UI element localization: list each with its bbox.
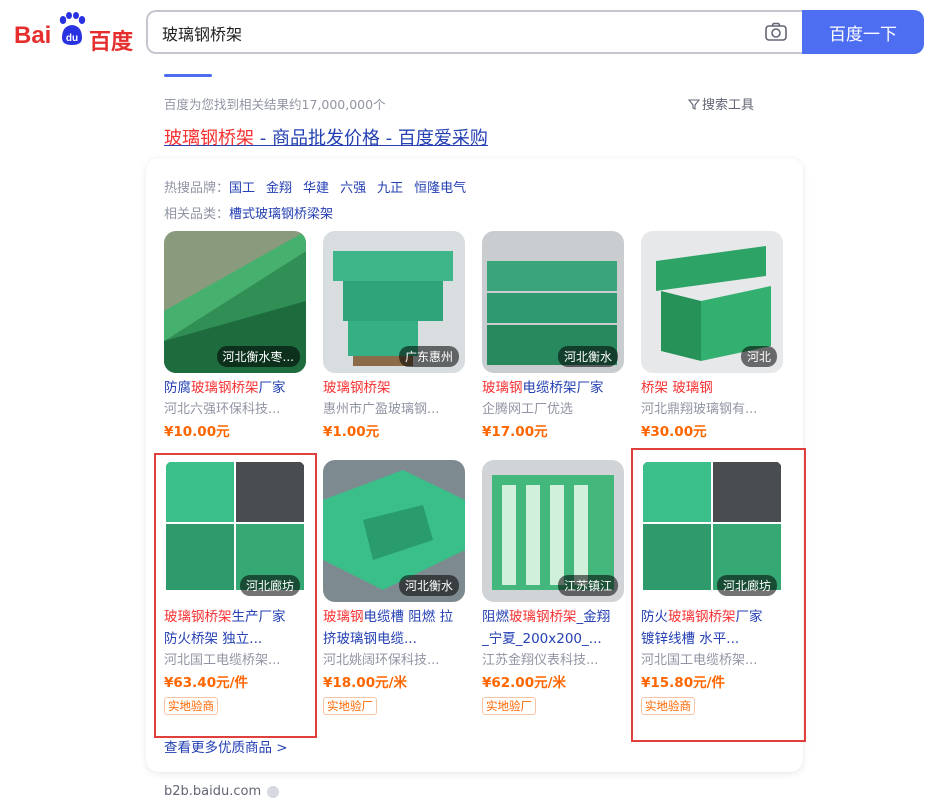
product-price: ¥62.00元/米 [482, 675, 567, 691]
more-products-link[interactable]: 查看更多优质商品 > [164, 736, 288, 756]
product-title[interactable]: 桥架 玻璃钢 [641, 377, 786, 399]
categories-label: 相关品类： [164, 207, 230, 222]
filter-icon [688, 98, 700, 110]
search-button[interactable]: 百度一下 [802, 10, 924, 54]
source-domain: b2b.baidu.com [164, 784, 262, 799]
product-image[interactable]: 河北 [641, 231, 783, 373]
location-badge: 河北衡水枣... [216, 346, 300, 367]
location-badge: 广东惠州 [398, 346, 459, 367]
logo-baidu-cn-text: 百度 [89, 29, 134, 54]
paw-icon: du [59, 12, 86, 45]
result-title-link[interactable]: 玻璃钢桥架 - 商品批发价格 - 百度爱采购 [164, 124, 488, 150]
logo-bai-text: Bai [14, 22, 52, 49]
product-seller: 江苏金翔仪表科技... [482, 653, 599, 668]
product-item[interactable]: 河北衡水枣... 防腐玻璃钢桥架厂家 河北六强环保科技... ¥10.00元 [164, 231, 309, 443]
product-price: ¥1.00元 [323, 424, 380, 440]
brand-tag[interactable]: 九正 [377, 181, 403, 196]
logo-du-text: du [66, 33, 78, 44]
product-seller: 河北鼎翔玻璃钢有... [641, 402, 758, 417]
hot-brands-row: 热搜品牌：国工 金翔 华建 六强 九正 恒隆电气 [164, 177, 477, 196]
brand-tag[interactable]: 华建 [303, 181, 329, 196]
product-price: ¥18.00元/米 [323, 675, 408, 691]
result-count: 百度为您找到相关结果约17,000,000个 [164, 97, 386, 112]
search-input[interactable] [162, 22, 742, 44]
location-badge: 江苏镇江 [557, 575, 618, 596]
product-seller: 河北六强环保科技... [164, 402, 281, 417]
location-badge: 河北衡水 [398, 575, 459, 596]
categories-row: 相关品类：槽式玻璃钢桥梁架 [164, 203, 344, 222]
product-item[interactable]: 河北衡水 玻璃钢电缆槽 阻燃 拉挤玻璃钢电缆... 河北姚阔环保科技... ¥1… [323, 460, 468, 715]
baidu-logo[interactable]: Bai du 百度 [14, 12, 134, 54]
product-seller: 河北姚阔环保科技... [323, 653, 440, 668]
brand-tag[interactable]: 六强 [340, 181, 366, 196]
location-badge: 河北 [740, 346, 777, 367]
product-seller: 企腾网工厂优选 [482, 402, 574, 417]
source-line: b2b.baidu.com [164, 784, 280, 799]
verified-badge: 实地验厂 [482, 697, 536, 715]
brand-tag[interactable]: 金翔 [266, 181, 292, 196]
page: Bai du 百度 百度一下 百度为您找到相关结果约17,000,000个 搜索… [0, 0, 933, 809]
annotation-box [154, 453, 317, 738]
product-price: ¥17.00元 [482, 424, 548, 440]
brand-tag[interactable]: 恒隆电气 [414, 181, 466, 196]
product-image[interactable]: 河北衡水 [482, 231, 624, 373]
annotation-box [631, 448, 806, 742]
info-icon[interactable] [267, 785, 280, 798]
search-tools[interactable]: 搜索工具 [688, 94, 754, 113]
product-seller: 惠州市广盈玻璃钢... [323, 402, 440, 417]
hot-brands-label: 热搜品牌： [164, 181, 230, 196]
product-price: ¥10.00元 [164, 424, 230, 440]
product-title[interactable]: 玻璃钢桥架 [323, 377, 468, 399]
camera-icon[interactable] [764, 22, 788, 42]
category-tag[interactable]: 槽式玻璃钢桥梁架 [229, 207, 333, 222]
search-box [146, 10, 802, 54]
product-image[interactable]: 江苏镇江 [482, 460, 624, 602]
location-badge: 河北衡水 [557, 346, 618, 367]
product-image[interactable]: 河北衡水 [323, 460, 465, 602]
product-item[interactable]: 河北衡水 玻璃钢电缆桥架厂家 企腾网工厂优选 ¥17.00元 [482, 231, 627, 443]
product-image[interactable]: 广东惠州 [323, 231, 465, 373]
product-title[interactable]: 玻璃钢电缆桥架厂家 [482, 377, 627, 399]
product-image[interactable]: 河北衡水枣... [164, 231, 306, 373]
product-title[interactable]: 阻燃玻璃钢桥架_金翔 _宁夏_200x200_... [482, 606, 627, 650]
verified-badge: 实地验厂 [323, 697, 377, 715]
product-title[interactable]: 防腐玻璃钢桥架厂家 [164, 377, 309, 399]
product-title[interactable]: 玻璃钢电缆槽 阻燃 拉挤玻璃钢电缆... [323, 606, 468, 650]
product-item[interactable]: 江苏镇江 阻燃玻璃钢桥架_金翔 _宁夏_200x200_... 江苏金翔仪表科技.… [482, 460, 627, 715]
result-title-highlight: 玻璃钢桥架 [164, 128, 254, 149]
search-tools-label: 搜索工具 [702, 98, 755, 113]
tab-indicator [164, 74, 212, 77]
product-item[interactable]: 河北 桥架 玻璃钢 河北鼎翔玻璃钢有... ¥30.00元 [641, 231, 786, 443]
brand-tag[interactable]: 国工 [229, 181, 255, 196]
product-price: ¥30.00元 [641, 424, 707, 440]
result-title-rest: - 商品批发价格 - 百度爱采购 [254, 128, 488, 149]
product-item[interactable]: 广东惠州 玻璃钢桥架 惠州市广盈玻璃钢... ¥1.00元 [323, 231, 468, 443]
